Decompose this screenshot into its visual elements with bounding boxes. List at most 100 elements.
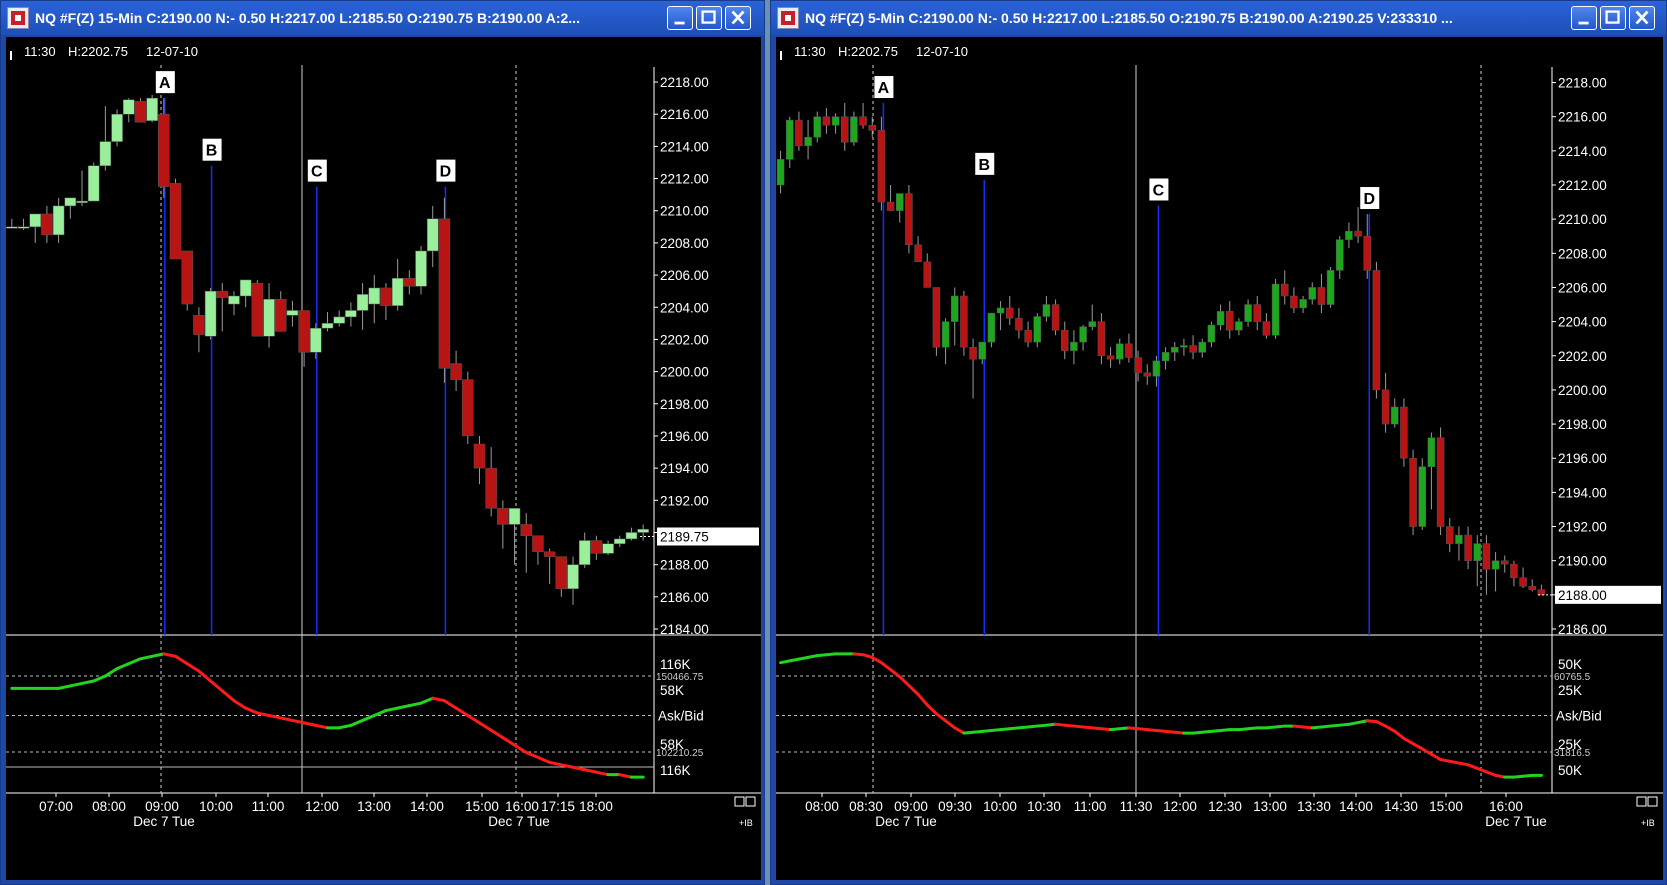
candle [1235,321,1243,331]
candle [1418,466,1426,527]
candle [886,201,895,211]
close-button[interactable] [725,6,751,30]
indicator-segment [185,662,201,673]
candle [1171,346,1179,353]
event-marker-a: A [159,75,171,92]
price-tick-label: 2210.00 [1558,212,1607,227]
candle [169,183,182,260]
price-tick-label: 2192.00 [660,493,709,508]
candle [158,113,170,187]
maximize-button[interactable] [1600,6,1626,30]
price-tick-label: 2196.00 [660,429,709,444]
candle [1061,329,1069,351]
indicator-segment [879,661,893,672]
indicator-segment [302,721,318,727]
price-tick-label: 2198.00 [660,397,709,412]
indicator-segment [92,674,107,683]
indicator-axis-label: 25K [1558,683,1582,698]
candle [1372,270,1381,391]
candle [1226,311,1234,331]
price-tick-label: 2192.00 [1558,520,1607,535]
title-bar[interactable]: NQ #F(Z) 5-Min C:2190.00 N:- 0.50 H:2217… [771,1,1666,35]
price-tick-label: 2218.00 [660,75,709,90]
time-tick-label: 14:00 [410,799,444,814]
event-marker-d: D [440,164,452,181]
candle [1281,283,1289,297]
price-tick-label: 2216.00 [660,107,709,122]
candle [614,538,626,544]
time-tick-label: 12:00 [1163,799,1197,814]
chart-5min[interactable]: 11:30 H:2202.75 12-07-10 2218.00 2216.00 2214… [776,37,1663,880]
price-tick-label: 2214.00 [1558,144,1607,159]
candle [1491,560,1500,570]
candle [841,116,849,143]
time-tick-label: 15:00 [1429,799,1463,814]
indicator-segment [127,657,142,666]
time-tick-label: 10:00 [199,799,233,814]
indicator-segment [536,755,552,764]
window-title: NQ #F(Z) 5-Min C:2190.00 N:- 0.50 H:2217… [805,10,1453,26]
candle [1528,586,1536,590]
indicator-segment [466,714,481,725]
minimize-icon [674,21,685,25]
candle [1015,317,1023,331]
indicator-segment [524,750,540,759]
candle [1134,357,1142,374]
price-tick-label: 2204.00 [660,300,709,315]
maximize-button[interactable] [696,6,722,30]
indicator-segment [407,701,423,708]
title-bar[interactable]: NQ #F(Z) 15-Min C:2190.00 N:- 0.50 H:221… [1,1,764,35]
corner-label: +IB [739,818,753,828]
candle [1033,316,1041,343]
time-tick-label: 15:00 [465,799,499,814]
candle [996,307,1005,314]
candle [625,532,638,540]
candle [868,124,876,131]
candle [951,295,959,322]
candle [923,261,931,288]
price-tick-label: 2190.00 [1558,554,1607,569]
minimize-button[interactable] [1571,6,1597,30]
candle [6,226,18,229]
indicator-axis-label: Ask/Bid [1556,709,1602,724]
close-button[interactable] [1629,6,1655,30]
app-logo-icon [777,7,799,29]
price-tick-label: 2202.00 [1558,349,1607,364]
candle [426,218,439,252]
candle [786,119,794,160]
minimize-button[interactable] [667,6,693,30]
chart-panel[interactable]: 11:30 H:2202.75 12-07-10 2218.00 2216.00 2214… [6,37,761,880]
candle [1088,321,1096,327]
indicator-segment [419,696,435,705]
cursor-mark [10,51,12,60]
chart-15min[interactable]: 11:30 H:2202.75 12-07-10 2218.00 2216.00 2214… [6,37,761,880]
candle [987,312,996,343]
date-label: Dec 7 Tue [133,814,195,829]
candle [1464,534,1472,561]
indicator-segment [618,773,633,779]
candle [896,193,904,211]
candle [193,315,205,335]
time-tick-label: 16:00 [505,799,539,814]
last-price-label: 2188.00 [1558,588,1607,603]
app-logo-icon [7,7,29,29]
close-icon [1635,10,1649,25]
candle [1436,437,1445,527]
candle [1097,321,1106,357]
chart-panel[interactable]: 11:30 H:2202.75 12-07-10 2218.00 2216.00 2214… [776,37,1663,880]
maximize-icon [1605,10,1620,24]
indicator-segment [115,662,131,671]
candle [251,282,264,337]
candle [969,346,977,360]
candle [1271,283,1280,336]
time-tick-label: 07:00 [39,799,73,814]
candle [905,193,913,246]
candle [1446,526,1454,544]
date-label: Dec 7 Tue [875,814,937,829]
indicator-segment [907,684,920,696]
info-date: 12-07-10 [146,44,198,59]
candle [76,200,88,203]
candle [1501,560,1509,565]
candle [274,298,287,332]
candle [1317,287,1326,305]
